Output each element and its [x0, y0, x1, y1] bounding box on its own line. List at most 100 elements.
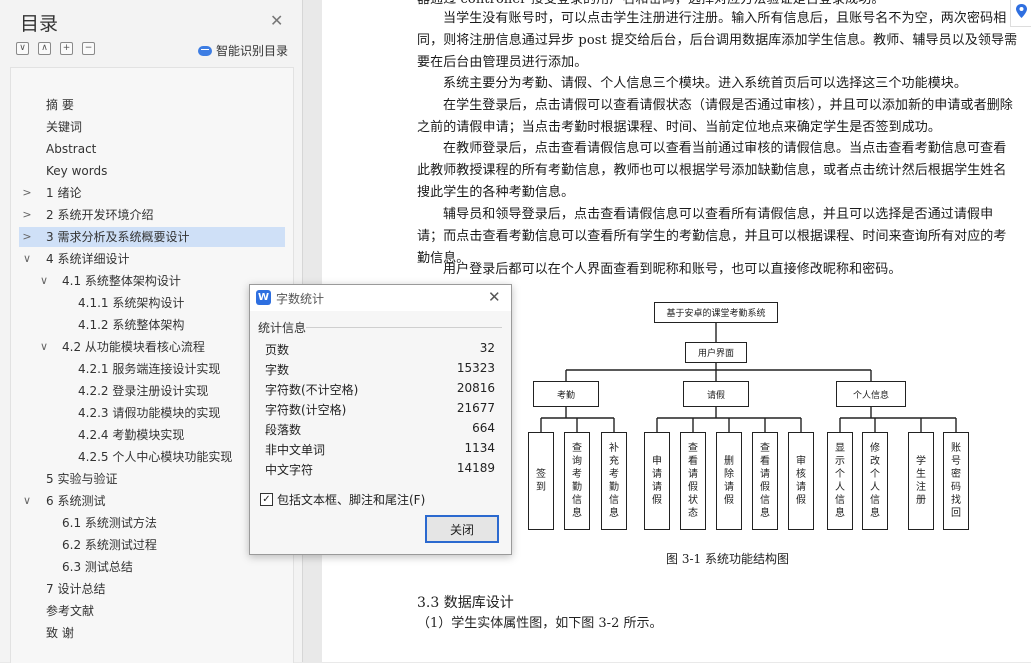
toc-item[interactable]: 7 设计总结	[19, 579, 279, 599]
diagram-leaf-node: 显示个人信息	[827, 432, 853, 530]
add-heading-icon[interactable]: +	[60, 42, 73, 55]
chevron-right-icon[interactable]: >	[21, 205, 33, 225]
toc-item-label: 6.1 系统测试方法	[62, 516, 157, 530]
toc-item[interactable]: ∨ 6 系统测试	[19, 491, 279, 511]
diagram-leaf-node: 申请请假	[644, 432, 670, 530]
include-textboxes-checkbox[interactable]: ✓ 包括文本框、脚注和尾注(F)	[260, 491, 425, 508]
toc-item-label: 1 绪论	[46, 186, 82, 200]
diagram-leaf-node: 修改个人信息	[862, 432, 888, 530]
collapse-all-icon[interactable]: ∨	[16, 42, 29, 55]
toc-item-label: 4.2.2 登录注册设计实现	[78, 384, 209, 398]
toc-item-label: 4.1.1 系统架构设计	[78, 296, 185, 310]
chevron-down-icon[interactable]: ∨	[38, 337, 50, 357]
stat-row: 字数 15323	[265, 361, 495, 381]
diagram-module-node: 考勤	[533, 381, 599, 407]
chevron-down-icon[interactable]: ∨	[21, 249, 33, 269]
paragraph: 当学生没有账号时，可以点击学生注册进行注册。输入所有信息后，且账号名不为空，两次…	[417, 11, 1018, 70]
toc-item-label: 4.1.2 系统整体架构	[78, 318, 185, 332]
toc-item[interactable]: 6.1 系统测试方法	[19, 513, 279, 533]
stat-value: 14189	[456, 461, 495, 475]
wps-writer-icon: W	[256, 290, 271, 305]
paragraph: 在教师登录后，点击查看请假信息可以查看当前通过审核的请假信息。当点击查看考勤信息…	[417, 141, 1007, 200]
dialog-title: 字数统计	[276, 292, 325, 306]
remove-heading-icon[interactable]: −	[82, 42, 95, 55]
stat-row: 段落数 664	[265, 421, 495, 441]
paragraph: 在学生登录后，点击请假可以查看请假状态（请假是否通过审核），并且可以添加新的申请…	[417, 98, 1013, 135]
diagram-leaf-node: 审核请假	[788, 432, 814, 530]
toc-item[interactable]: 4.1.2 系统整体架构	[19, 315, 279, 335]
toc-item[interactable]: 摘 要	[19, 95, 279, 115]
diagram-leaf-node: 签到	[528, 432, 554, 530]
checkbox-icon[interactable]: ✓	[260, 493, 273, 506]
smart-toc-label: 智能识别目录	[216, 44, 289, 58]
toc-item-label: 2 系统开发环境介绍	[46, 208, 154, 222]
checkbox-label: 包括文本框、脚注和尾注(F)	[277, 493, 426, 507]
toc-item-label: 4.2.4 考勤模块实现	[78, 428, 185, 442]
smart-toc-button[interactable]: 智能识别目录	[198, 42, 288, 59]
toc-item[interactable]: Key words	[19, 161, 279, 181]
toc-item-label: 4.2.5 个人中心模块功能实现	[78, 450, 233, 464]
stat-row: 页数 32	[265, 341, 495, 361]
toc-item[interactable]: 致 谢	[19, 623, 279, 643]
dialog-titlebar[interactable]: W 字数统计 ✕	[250, 285, 511, 311]
chevron-down-icon[interactable]: ∨	[38, 271, 50, 291]
toc-item[interactable]: 参考文献	[19, 601, 279, 621]
diagram-leaf-node: 查看请假信息	[752, 432, 778, 530]
stat-row: 字符数(不计空格) 20816	[265, 381, 495, 401]
close-icon[interactable]: ✕	[270, 11, 283, 30]
stat-value: 1134	[464, 441, 495, 455]
close-button[interactable]: 关闭	[425, 515, 499, 543]
expand-all-icon[interactable]: ∧	[38, 42, 51, 55]
toc-item[interactable]: 关键词	[19, 117, 279, 137]
toc-item[interactable]: 4.2.4 考勤模块实现	[19, 425, 279, 445]
toc-item[interactable]: 6.3 测试总结	[19, 557, 279, 577]
stat-row: 非中文单词 1134	[265, 441, 495, 461]
toc-toolbar: ∨ ∧ + −	[16, 42, 95, 55]
toc-item[interactable]: 4.2.1 服务端连接设计实现	[19, 359, 279, 379]
toc-item-label: 7 设计总结	[46, 582, 106, 596]
stat-value: 32	[479, 341, 495, 355]
toc-item-label: 4 系统详细设计	[46, 252, 130, 266]
toc-item[interactable]: ∨ 4.1 系统整体架构设计	[19, 271, 279, 291]
chevron-right-icon[interactable]: >	[21, 227, 33, 247]
toc-item-label: 关键词	[46, 120, 83, 134]
toc-item-label: 3 需求分析及系统概要设计	[46, 230, 190, 244]
toc-item-label: 4.2.3 请假功能模块的实现	[78, 406, 221, 420]
paragraph: （1）学生实体属性图，如下图 3-2 所示。	[417, 616, 663, 631]
close-icon[interactable]: ✕	[488, 288, 501, 306]
toc-item[interactable]: 4.2.5 个人中心模块功能实现	[19, 447, 279, 467]
toc-item[interactable]: >3 需求分析及系统概要设计	[19, 227, 285, 247]
chevron-right-icon[interactable]: >	[21, 183, 33, 203]
toc-item[interactable]: 5 实验与验证	[19, 469, 279, 489]
section-heading: 3.3 数据库设计	[417, 595, 514, 611]
stat-label: 段落数	[265, 423, 302, 437]
stat-label: 中文字符	[265, 463, 314, 477]
chevron-down-icon[interactable]: ∨	[21, 491, 33, 511]
toc-item[interactable]: ∨ 4.2 从功能模块看核心流程	[19, 337, 279, 357]
location-icon[interactable]	[1010, 0, 1031, 27]
stat-value: 15323	[456, 361, 495, 375]
toc-item[interactable]: ∨ 4 系统详细设计	[19, 249, 279, 269]
toc-item-label: 摘 要	[46, 98, 74, 112]
stat-value: 21677	[456, 401, 495, 415]
toc-item-label: Key words	[46, 164, 108, 178]
stat-value: 664	[472, 421, 495, 435]
diagram-ui-node: 用户界面	[685, 342, 747, 363]
toc-item-label: 6 系统测试	[46, 494, 106, 508]
toc-item[interactable]: 6.2 系统测试过程	[19, 535, 279, 555]
toc-item[interactable]: >2 系统开发环境介绍	[19, 205, 279, 225]
toc-item-label: 参考文献	[46, 604, 95, 618]
toc-item[interactable]: >1 绪论	[19, 183, 279, 203]
stat-row: 字符数(计空格) 21677	[265, 401, 495, 421]
toc-item-label: 致 谢	[46, 626, 74, 640]
toc-item-label: Abstract	[46, 142, 97, 156]
toc-item[interactable]: Abstract	[19, 139, 279, 159]
stat-label: 字符数(不计空格)	[265, 383, 359, 397]
toc-item[interactable]: 4.1.1 系统架构设计	[19, 293, 279, 313]
diagram-leaf-node: 账号密码找回	[943, 432, 969, 530]
toc-item-label: 4.2 从功能模块看核心流程	[62, 340, 205, 354]
toc-item[interactable]: 4.2.2 登录注册设计实现	[19, 381, 279, 401]
stat-label: 非中文单词	[265, 443, 326, 457]
toc-item[interactable]: 4.2.3 请假功能模块的实现	[19, 403, 279, 423]
toc-item-label: 4.2.1 服务端连接设计实现	[78, 362, 221, 376]
